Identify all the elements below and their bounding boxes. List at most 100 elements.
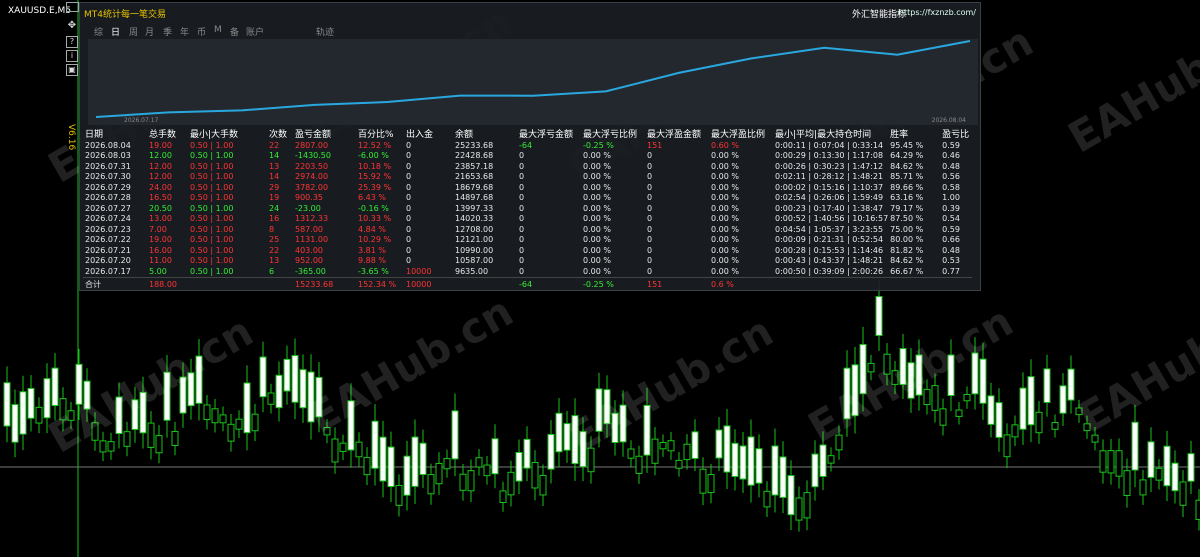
table-cell: 0.48 (942, 245, 960, 255)
table-cell: 81.82 % (890, 245, 924, 255)
candle (475, 457, 483, 468)
table-cell: 0 (647, 245, 653, 255)
table-cell: -365.00 (295, 266, 326, 276)
candle (1043, 368, 1051, 403)
table-cell: 0 (519, 182, 525, 192)
table-cell: 0 (406, 245, 412, 255)
table-cell: 0 (406, 203, 412, 213)
table-cell: 0.00 % (583, 203, 611, 213)
candle (507, 471, 515, 496)
table-cell: 95.45 % (890, 140, 924, 150)
brand-url[interactable]: https://fxznzb.com/ (899, 8, 976, 17)
period-tab[interactable]: 月 (145, 25, 154, 38)
candle (1107, 450, 1115, 474)
table-cell: 0 (519, 266, 525, 276)
table-row: 2026.07.29 24.00 0.50 | 1.00 29 3782.00 25.39… (83, 182, 972, 193)
table-cell: 0 (519, 214, 525, 224)
candle (1011, 424, 1019, 438)
table-header-cell: 盈亏比 (942, 130, 970, 140)
candle (755, 448, 763, 484)
table-cell: 2974.00 (295, 172, 329, 182)
period-tab[interactable]: 周 (129, 25, 138, 38)
candle (363, 457, 371, 476)
table-cell: 0 (519, 224, 525, 234)
table-cell: 2026.07.21 (85, 245, 131, 255)
table-cell: 0.00 % (583, 172, 611, 182)
total-cell (888, 276, 941, 291)
table-row: 2026.07.23 7.00 0.50 | 1.00 8 587.00 4.84 % 0 1… (83, 224, 972, 235)
table-cell: 0.59 (942, 224, 960, 234)
candle (107, 441, 115, 452)
table-header-cell: 胜率 (890, 130, 909, 140)
table-row: 2026.07.21 16.00 0.50 | 1.00 22 403.00 3.81 %… (83, 245, 972, 256)
table-cell: 0:00:11 | 0:07:04 | 0:33:14 (775, 140, 884, 150)
period-tab[interactable]: 备 (230, 25, 239, 38)
period-tab[interactable]: 币 (197, 25, 206, 38)
table-header-cell: 总手数 (149, 130, 177, 140)
table-row: 2026.07.27 20.50 0.50 | 1.00 24 -23.00 -0.16 … (83, 203, 972, 214)
candle (515, 451, 523, 482)
image-icon[interactable]: ▣ (66, 64, 78, 76)
candle (843, 367, 851, 420)
table-cell: 24.00 (149, 182, 172, 192)
candle (547, 433, 555, 470)
candle (259, 356, 267, 398)
period-tab[interactable]: 轨迹 (316, 25, 334, 38)
table-cell: 0 (406, 182, 412, 192)
period-tab[interactable]: 账户 (246, 25, 264, 38)
table-cell: 0.58 (942, 182, 960, 192)
total-cell (940, 276, 973, 291)
table-cell: 0.50 | 1.00 (190, 235, 234, 245)
candle (619, 404, 627, 443)
table-cell: 24 (269, 203, 280, 213)
table-cell: 0.53 (942, 256, 960, 266)
table-cell: 75.00 % (890, 224, 924, 234)
help-icon[interactable]: ? (66, 36, 78, 48)
candle (979, 358, 987, 404)
candle (1059, 385, 1067, 414)
info-icon[interactable]: i (66, 50, 78, 62)
table-cell: 21653.68 (455, 172, 494, 182)
candle (955, 409, 963, 417)
candle (715, 429, 723, 459)
candle (131, 399, 139, 430)
period-tab[interactable]: 季 (163, 25, 172, 38)
table-cell: 0 (519, 256, 525, 266)
table-cell: 22 (269, 245, 280, 255)
table-cell: 0.50 | 1.00 (190, 203, 234, 213)
table-cell: 0:00:52 | 1:40:56 | 10:16:57 (775, 214, 889, 224)
candle (851, 364, 859, 417)
table-cell: 0 (406, 140, 412, 150)
candle (1155, 467, 1163, 481)
total-cell: 151 (645, 276, 709, 291)
period-tab[interactable]: 日 (111, 25, 120, 38)
candle (99, 440, 107, 453)
table-cell: 0.00 % (583, 235, 611, 245)
table-cell: 0 (519, 161, 525, 171)
period-tab[interactable]: 年 (180, 25, 189, 38)
candle (195, 355, 203, 404)
table-cell: 0 (406, 224, 412, 234)
candle (931, 385, 939, 411)
table-cell: 0:04:54 | 1:05:37 | 3:23:55 (775, 224, 884, 234)
brand-label[interactable]: 外汇智能指标 (852, 7, 906, 20)
candle (275, 374, 283, 409)
table-cell: 66.67 % (890, 266, 924, 276)
candle (595, 388, 603, 432)
table-cell: 12.52 % (358, 140, 392, 150)
period-tab[interactable]: M (214, 25, 222, 35)
candle (163, 371, 171, 421)
table-cell: 89.66 % (890, 182, 924, 192)
candle (171, 431, 179, 446)
period-tab[interactable]: 综 (94, 25, 103, 38)
table-cell: 0.00 % (583, 193, 611, 203)
candle (451, 410, 459, 460)
square-icon[interactable] (66, 2, 79, 12)
candle (75, 363, 83, 405)
candle (699, 468, 707, 494)
table-cell: 0.50 | 1.00 (190, 193, 234, 203)
candle (27, 387, 35, 419)
table-cell: 2026.07.30 (85, 172, 131, 182)
move-icon[interactable]: ✥ (66, 20, 78, 32)
table-cell: 0 (519, 172, 525, 182)
